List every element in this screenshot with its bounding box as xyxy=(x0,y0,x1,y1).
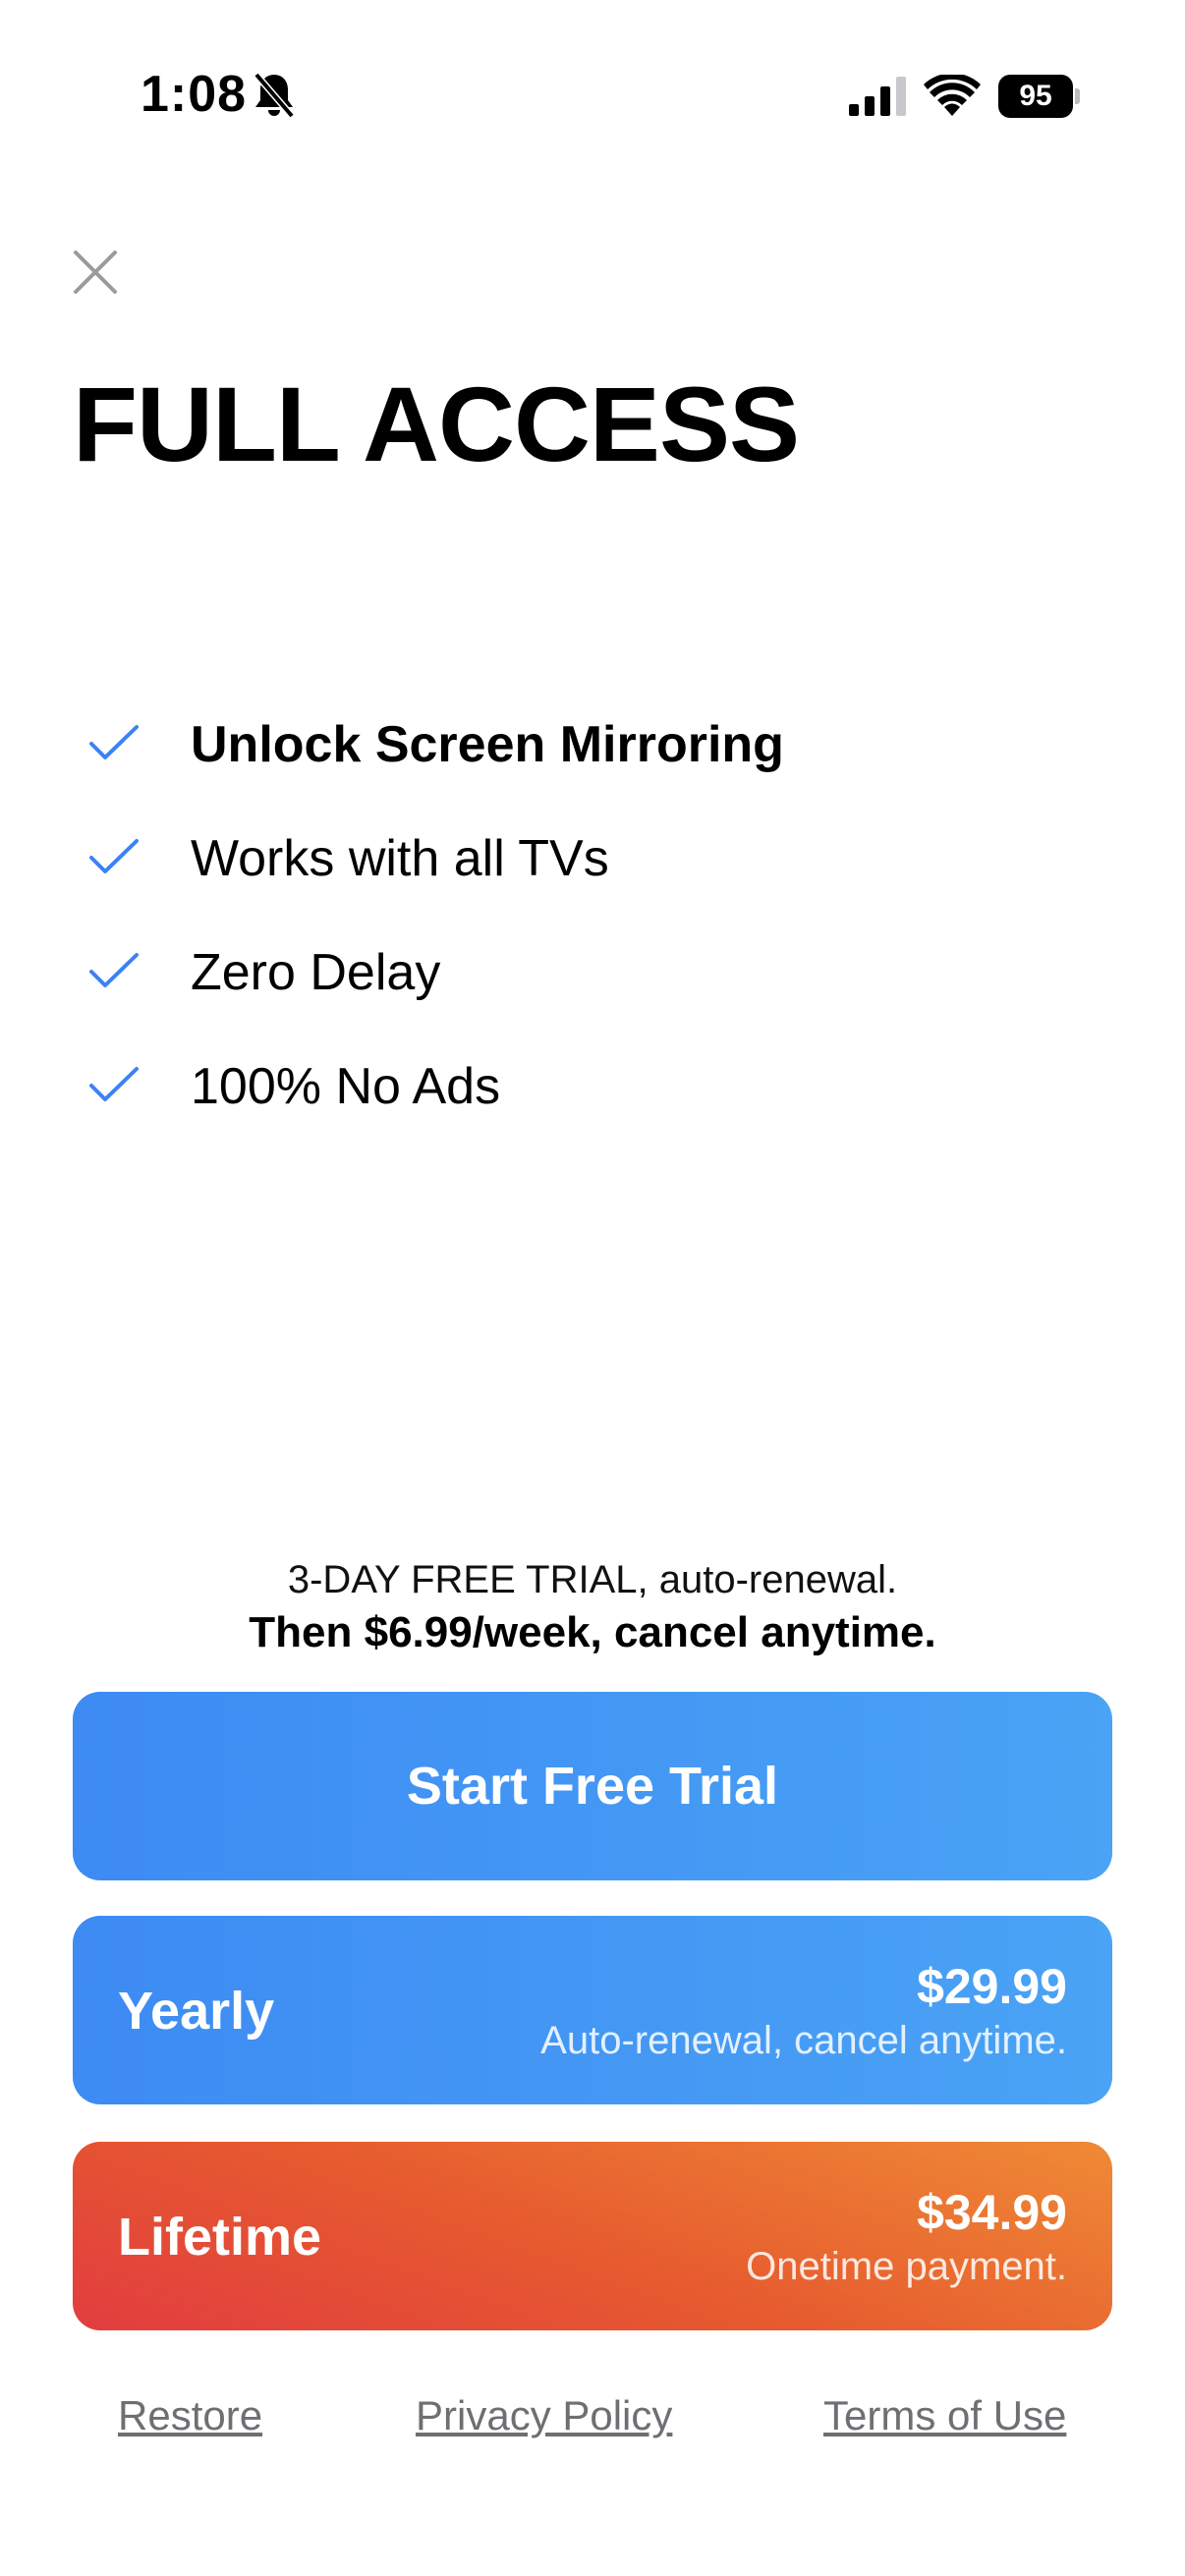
plan-price: $29.99 xyxy=(917,1959,1067,2014)
checkmark-icon xyxy=(89,725,139,759)
checkmark-icon xyxy=(89,1067,139,1101)
restore-link[interactable]: Restore xyxy=(118,2391,262,2440)
start-free-trial-label: Start Free Trial xyxy=(406,1757,779,1816)
checkmark-icon xyxy=(89,839,139,873)
trial-info: 3-DAY FREE TRIAL, auto-renewal. xyxy=(287,1558,898,1601)
feature-item: Works with all TVs xyxy=(0,817,1185,896)
trial-pricing: Then $6.99/week, cancel anytime. xyxy=(249,1608,936,1656)
wifi-icon xyxy=(924,75,981,116)
plan-price: $34.99 xyxy=(917,2185,1067,2240)
status-time: 1:08 xyxy=(141,66,248,123)
feature-item: 100% No Ads xyxy=(0,1045,1185,1124)
terms-of-use-link[interactable]: Terms of Use xyxy=(823,2391,1066,2440)
lifetime-plan-button[interactable]: Lifetime $34.99 Onetime payment. xyxy=(73,2142,1112,2330)
feature-item: Zero Delay xyxy=(0,931,1185,1010)
cellular-signal-icon xyxy=(849,77,906,116)
feature-label: Unlock Screen Mirroring xyxy=(191,716,784,773)
status-bar: 1:08 95 xyxy=(0,0,1185,187)
checkmark-icon xyxy=(89,953,139,987)
feature-item: Unlock Screen Mirroring xyxy=(0,703,1185,782)
close-icon[interactable] xyxy=(71,248,120,297)
battery-tip xyxy=(1075,88,1080,104)
paywall-screen: 1:08 95 FULL ACCESS Unlock Screen Mirror… xyxy=(0,0,1185,2576)
feature-label: Works with all TVs xyxy=(191,830,609,887)
start-free-trial-button[interactable]: Start Free Trial xyxy=(73,1692,1112,1880)
battery-level: 95 xyxy=(998,75,1073,118)
bell-slash-icon xyxy=(254,72,295,119)
plan-name: Lifetime xyxy=(118,2208,322,2267)
page-title: FULL ACCESS xyxy=(73,364,800,483)
battery-icon: 95 xyxy=(998,75,1081,118)
plan-note: Auto-renewal, cancel anytime. xyxy=(540,2019,1067,2062)
feature-label: 100% No Ads xyxy=(191,1058,501,1115)
plan-name: Yearly xyxy=(118,1982,275,2041)
feature-label: Zero Delay xyxy=(191,944,441,1001)
plan-note: Onetime payment. xyxy=(746,2245,1067,2288)
yearly-plan-button[interactable]: Yearly $29.99 Auto-renewal, cancel anyti… xyxy=(73,1916,1112,2104)
privacy-policy-link[interactable]: Privacy Policy xyxy=(416,2391,672,2440)
